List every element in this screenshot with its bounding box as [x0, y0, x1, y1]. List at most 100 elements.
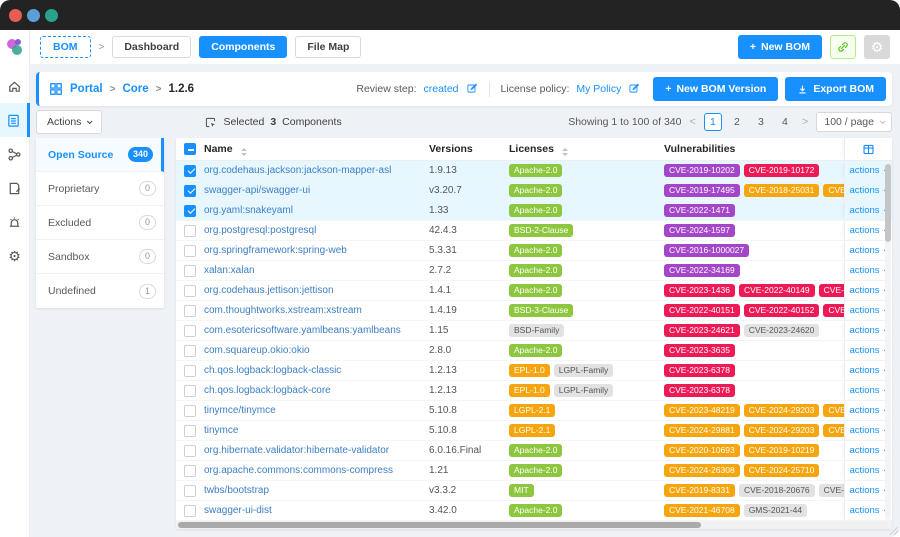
- vulnerability-badge[interactable]: CVE-2022-40151: [664, 304, 740, 318]
- report-icon[interactable]: [0, 171, 30, 205]
- component-name-link[interactable]: tinymce: [204, 425, 238, 436]
- row-checkbox[interactable]: [184, 165, 196, 177]
- vulnerability-badge[interactable]: CVE-2016-1000027: [664, 244, 749, 258]
- export-bom-button[interactable]: Export BOM: [785, 77, 886, 101]
- header-cell-licenses[interactable]: Licenses: [509, 143, 664, 156]
- row-checkbox[interactable]: [184, 405, 196, 417]
- vulnerability-badge[interactable]: CVE-2022-45685: [819, 284, 844, 298]
- resize-handle[interactable]: [890, 527, 898, 535]
- component-name-link[interactable]: swagger-api/swagger-ui: [204, 185, 310, 196]
- vulnerability-badge[interactable]: CVE-2022-1471: [664, 204, 735, 218]
- tab-dashboard[interactable]: Dashboard: [112, 36, 191, 58]
- bom-button[interactable]: BOM: [40, 36, 91, 58]
- maximize-button[interactable]: [45, 9, 58, 22]
- row-actions-dropdown[interactable]: actions: [849, 165, 887, 176]
- breadcrumb-core[interactable]: Core: [122, 83, 148, 95]
- vulnerability-badge[interactable]: CVE-2019-10202: [664, 164, 740, 178]
- vulnerability-badge[interactable]: CVE-2021-46708: [664, 504, 740, 518]
- settings-icon[interactable]: ⚙: [0, 239, 30, 273]
- vulnerability-badge[interactable]: CVE-2023-6378: [664, 384, 735, 398]
- row-actions-dropdown[interactable]: actions: [849, 485, 887, 496]
- vulnerability-badge[interactable]: CVE-2024-25710: [744, 464, 820, 478]
- vulnerability-badge[interactable]: CVE-2024-29881: [664, 424, 740, 438]
- sidebar-item-open-source[interactable]: Open Source340: [36, 138, 164, 172]
- vulnerability-badge[interactable]: CVE-2018-25031: [744, 184, 820, 198]
- page-button-2[interactable]: 2: [728, 113, 746, 131]
- row-checkbox[interactable]: [184, 425, 196, 437]
- vulnerability-badge[interactable]: CVE-2023-3635: [664, 344, 735, 358]
- vulnerability-badge[interactable]: CVE-2020-10693: [664, 444, 740, 458]
- row-actions-dropdown[interactable]: actions: [849, 225, 887, 236]
- row-checkbox[interactable]: [184, 505, 196, 517]
- vulnerability-badge[interactable]: CVE-2022-40149: [739, 284, 815, 298]
- vulnerability-badge[interactable]: CVE-2022-34169: [664, 264, 740, 278]
- license-policy-value[interactable]: My Policy: [576, 83, 621, 95]
- vertical-scrollbar-thumb[interactable]: [885, 164, 891, 242]
- component-name-link[interactable]: tinymce/tinymce: [204, 405, 276, 416]
- row-checkbox[interactable]: [184, 365, 196, 377]
- component-name-link[interactable]: com.squareup.okio:okio: [204, 345, 310, 356]
- prev-page-button[interactable]: <: [688, 116, 696, 128]
- row-actions-dropdown[interactable]: actions: [849, 185, 887, 196]
- vulnerability-badge[interactable]: CVE-2024-29203: [744, 404, 820, 418]
- vulnerability-badge[interactable]: CVE-2022-41966: [823, 304, 844, 318]
- row-checkbox[interactable]: [184, 265, 196, 277]
- row-actions-dropdown[interactable]: actions: [849, 365, 887, 376]
- component-name-link[interactable]: com.thoughtworks.xstream:xstream: [204, 305, 362, 316]
- close-button[interactable]: [9, 9, 22, 22]
- columns-icon[interactable]: [862, 143, 875, 156]
- next-page-button[interactable]: >: [801, 116, 809, 128]
- component-name-link[interactable]: org.springframework:spring-web: [204, 245, 347, 256]
- row-actions-dropdown[interactable]: actions: [849, 245, 887, 256]
- vulnerability-badge[interactable]: CVE-2018-20676: [739, 484, 815, 498]
- component-name-link[interactable]: org.hibernate.validator:hibernate-valida…: [204, 445, 389, 456]
- row-actions-dropdown[interactable]: actions: [849, 465, 887, 476]
- vulnerability-badge[interactable]: CVE-2023-48219: [823, 424, 844, 438]
- bom-list-icon[interactable]: [0, 103, 30, 137]
- row-actions-dropdown[interactable]: actions: [849, 425, 887, 436]
- settings-button[interactable]: ⚙: [864, 35, 890, 59]
- row-actions-dropdown[interactable]: actions: [849, 305, 887, 316]
- actions-dropdown[interactable]: Actions: [36, 110, 102, 134]
- vulnerability-badge[interactable]: CVE-2023-6378: [664, 364, 735, 378]
- sidebar-item-excluded[interactable]: Excluded0: [36, 206, 164, 240]
- vulnerability-badge[interactable]: CVE-2019-10172: [744, 164, 820, 178]
- row-checkbox[interactable]: [184, 345, 196, 357]
- sidebar-item-sandbox[interactable]: Sandbox0: [36, 240, 164, 274]
- tab-components[interactable]: Components: [199, 36, 287, 58]
- sidebar-item-proprietary[interactable]: Proprietary0: [36, 172, 164, 206]
- select-all-checkbox[interactable]: [184, 143, 196, 155]
- component-name-link[interactable]: org.postgresql:postgresql: [204, 225, 316, 236]
- row-checkbox[interactable]: [184, 385, 196, 397]
- row-checkbox[interactable]: [184, 445, 196, 457]
- row-checkbox[interactable]: [184, 205, 196, 217]
- component-name-link[interactable]: xalan:xalan: [204, 265, 255, 276]
- row-checkbox[interactable]: [184, 225, 196, 237]
- row-checkbox[interactable]: [184, 185, 196, 197]
- vulnerability-badge[interactable]: CVE-2021-46708: [823, 184, 844, 198]
- page-button-1[interactable]: 1: [704, 113, 722, 131]
- page-button-4[interactable]: 4: [776, 113, 794, 131]
- page-size-select[interactable]: 100 / page: [816, 112, 892, 132]
- vulnerability-badge[interactable]: CVE-2024-29881: [823, 404, 844, 418]
- row-checkbox[interactable]: [184, 285, 196, 297]
- row-actions-dropdown[interactable]: actions: [849, 405, 887, 416]
- vulnerability-badge[interactable]: CVE-2024-26308: [664, 464, 740, 478]
- component-name-link[interactable]: org.yaml:snakeyaml: [204, 205, 293, 216]
- vulnerability-badge[interactable]: CVE-2023-24621: [664, 324, 740, 338]
- page-button-3[interactable]: 3: [752, 113, 770, 131]
- row-actions-dropdown[interactable]: actions: [849, 505, 887, 516]
- vulnerability-badge[interactable]: CVE-2019-8331: [664, 484, 735, 498]
- row-checkbox[interactable]: [184, 245, 196, 257]
- vulnerability-badge[interactable]: GMS-2021-44: [744, 504, 807, 518]
- row-actions-dropdown[interactable]: actions: [849, 345, 887, 356]
- row-actions-dropdown[interactable]: actions: [849, 265, 887, 276]
- alert-icon[interactable]: [0, 205, 30, 239]
- component-name-link[interactable]: ch.qos.logback:logback-classic: [204, 365, 341, 376]
- home-icon[interactable]: [0, 69, 30, 103]
- sidebar-item-undefined[interactable]: Undefined1: [36, 274, 164, 308]
- tab-file-map[interactable]: File Map: [295, 36, 361, 58]
- vulnerability-badge[interactable]: CVE-2024-1597: [664, 224, 735, 238]
- row-actions-dropdown[interactable]: actions: [849, 205, 887, 216]
- component-name-link[interactable]: org.apache.commons:commons-compress: [204, 465, 393, 476]
